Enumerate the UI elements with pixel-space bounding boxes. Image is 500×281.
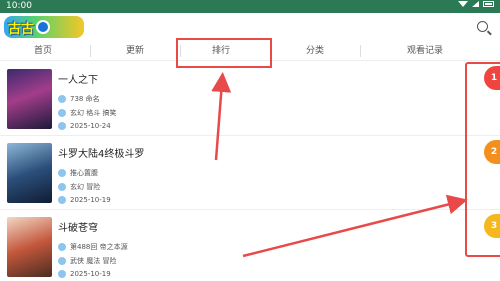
meta-date: 2025-10-19 xyxy=(58,270,111,278)
meta-genre: 玄幻 格斗 搞笑 xyxy=(58,108,116,118)
tab-divider xyxy=(90,45,91,57)
date-text: 2025-10-19 xyxy=(70,270,111,278)
status-time: 10:00 xyxy=(6,1,32,11)
chapter-text: 738 命名 xyxy=(70,95,100,103)
tab-home[interactable]: 首页 xyxy=(18,41,68,61)
logo-text: 古古 xyxy=(8,21,35,37)
meta-chapter: 第488回 帝之本源 xyxy=(58,242,128,252)
comic-cover[interactable] xyxy=(7,143,52,203)
genre-icon xyxy=(58,183,66,191)
tab-updates[interactable]: 更新 xyxy=(110,41,160,61)
comic-cover[interactable] xyxy=(7,217,52,277)
highlight-rank-badges xyxy=(465,62,500,257)
logo-bubble-icon xyxy=(36,20,51,34)
wifi-icon xyxy=(458,1,468,7)
list-item[interactable]: 斗破苍穹 第488回 帝之本源 武侠 魔法 冒险 2025-10-19 3 xyxy=(0,212,500,281)
genre-text: 武侠 魔法 冒险 xyxy=(70,257,117,265)
app-header: 古古 xyxy=(0,13,500,41)
chapter-icon xyxy=(58,95,66,103)
date-text: 2025-10-19 xyxy=(70,196,111,204)
tab-divider xyxy=(360,45,361,57)
highlight-ranking-tab xyxy=(176,38,272,68)
signal-icon xyxy=(472,1,479,7)
tab-history[interactable]: 观看记录 xyxy=(390,41,460,61)
comic-title[interactable]: 斗罗大陆4终极斗罗 xyxy=(58,145,144,160)
meta-chapter: 推心置腹 xyxy=(58,168,98,178)
meta-date: 2025-10-24 xyxy=(58,122,111,130)
genre-text: 玄幻 冒险 xyxy=(70,183,101,191)
list-item[interactable]: 斗罗大陆4终极斗罗 推心置腹 玄幻 冒险 2025-10-19 2 xyxy=(0,138,500,210)
date-text: 2025-10-24 xyxy=(70,122,111,130)
genre-icon xyxy=(58,257,66,265)
date-icon xyxy=(58,270,66,278)
status-bar: 10:00 xyxy=(0,0,500,13)
status-icons xyxy=(458,1,494,7)
app-logo[interactable]: 古古 xyxy=(4,16,84,38)
genre-icon xyxy=(58,109,66,117)
date-icon xyxy=(58,122,66,130)
chapter-text: 推心置腹 xyxy=(70,169,98,177)
list-item[interactable]: 一人之下 738 命名 玄幻 格斗 搞笑 2025-10-24 1 xyxy=(0,64,500,136)
battery-icon xyxy=(483,1,494,7)
chapter-icon xyxy=(58,169,66,177)
chapter-text: 第488回 帝之本源 xyxy=(70,243,128,251)
meta-genre: 玄幻 冒险 xyxy=(58,182,100,192)
date-icon xyxy=(58,196,66,204)
tab-categories[interactable]: 分类 xyxy=(290,41,340,61)
chapter-icon xyxy=(58,243,66,251)
comic-title[interactable]: 斗破苍穹 xyxy=(58,219,98,234)
meta-genre: 武侠 魔法 冒险 xyxy=(58,256,116,266)
meta-date: 2025-10-19 xyxy=(58,196,111,204)
search-icon[interactable] xyxy=(477,21,488,32)
comic-title[interactable]: 一人之下 xyxy=(58,71,98,86)
comic-cover[interactable] xyxy=(7,69,52,129)
genre-text: 玄幻 格斗 搞笑 xyxy=(70,109,117,117)
meta-chapter: 738 命名 xyxy=(58,94,100,104)
